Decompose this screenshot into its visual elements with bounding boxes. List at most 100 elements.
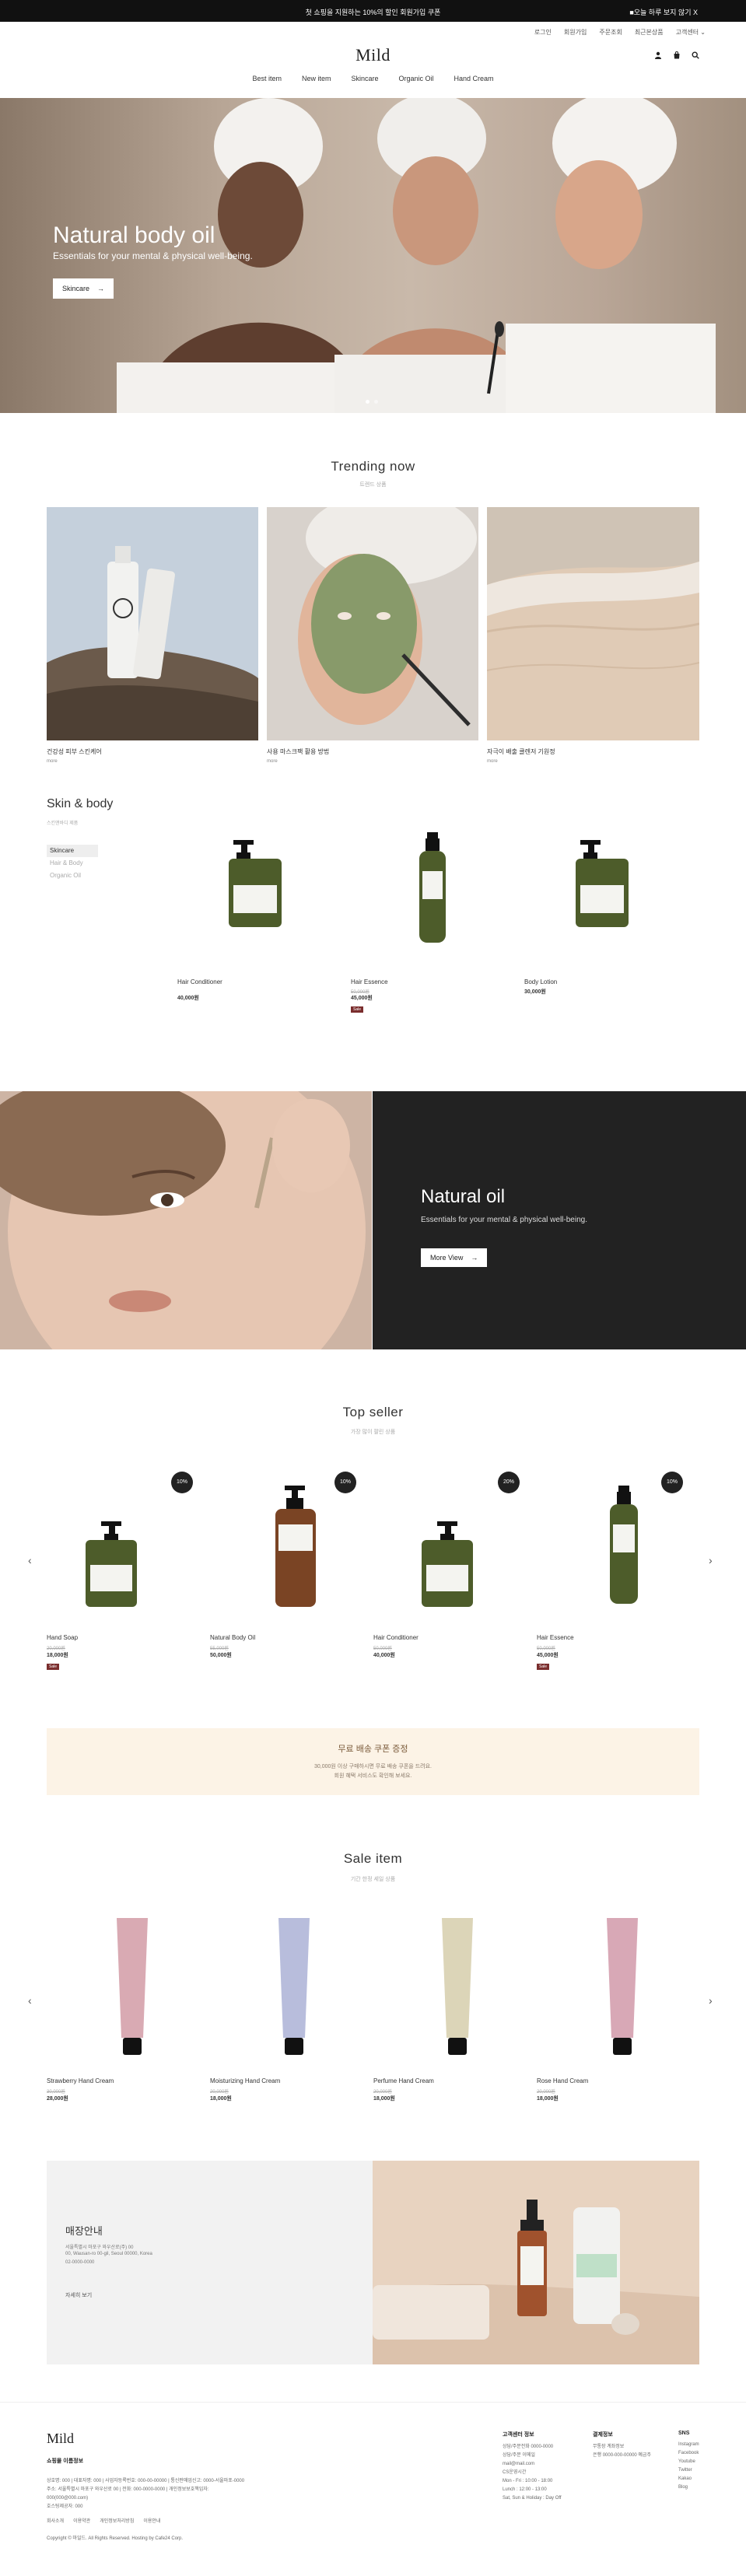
slider-dot[interactable]	[374, 400, 378, 404]
slider-dot[interactable]	[366, 400, 369, 404]
product-name[interactable]: Rose Hand Cream	[537, 2077, 588, 2084]
footer-info: 상호명: 000 | 대표자명: 000 | 사업자등록번호: 000-00-0…	[47, 2477, 249, 2511]
nav-item-best[interactable]: Best item	[252, 75, 282, 82]
product-name[interactable]: Strawberry Hand Cream	[47, 2077, 114, 2084]
product-image[interactable]: 10%	[47, 1462, 202, 1618]
product-image[interactable]: 10%	[537, 1462, 699, 1618]
category-tabs: Skincare Hair & Body Organic Oil	[47, 845, 98, 882]
product-name[interactable]: Hand Soap	[47, 1634, 78, 1641]
facebook-link[interactable]: Facebook	[678, 2449, 725, 2458]
trending-card-image[interactable]	[267, 507, 478, 740]
tab-label: Organic Oil	[50, 872, 82, 879]
product-price: 18,000원	[373, 2096, 395, 2102]
product-name[interactable]: Hair Conditioner	[177, 978, 222, 985]
discount-badge: 10%	[334, 1472, 356, 1493]
terms-link[interactable]: 이용약관	[73, 2518, 90, 2526]
next-arrow-icon[interactable]: ›	[709, 1994, 713, 2007]
top-seller-title: Top seller	[342, 1405, 404, 1419]
blog-link[interactable]: Blog	[678, 2483, 725, 2492]
product-name[interactable]: Hair Conditioner	[373, 1634, 419, 1641]
nav-item-organic-oil[interactable]: Organic Oil	[399, 75, 434, 82]
product-name[interactable]: Hair Essence	[351, 978, 388, 985]
twitter-link[interactable]: Twitter	[678, 2466, 725, 2475]
search-icon[interactable]	[692, 51, 699, 59]
cs-line: Sat, Sun & Holiday : Day Off	[503, 2496, 562, 2501]
copyright: Copyright © 마일드. All Rights Reserved. Ho…	[47, 2536, 184, 2541]
product-name[interactable]: Hair Essence	[537, 1634, 574, 1641]
product-old-price: 50,000원	[537, 1647, 555, 1651]
privacy-link[interactable]: 개인정보처리방침	[100, 2518, 134, 2526]
product-image[interactable]: 20%	[373, 1462, 529, 1618]
trending-caption[interactable]: 건강성 피부 스킨케어	[47, 747, 102, 756]
product-name[interactable]: Moisturizing Hand Cream	[210, 2077, 280, 2084]
product-old-price: 30,000원	[47, 2090, 65, 2095]
trending-more-link[interactable]: more	[267, 759, 278, 764]
trending-more-link[interactable]: more	[47, 759, 58, 764]
product-image[interactable]	[210, 1906, 366, 2061]
more-view-button[interactable]: More View →	[421, 1248, 488, 1267]
product-old-price: 20,000원	[373, 2090, 392, 2095]
tab-hair-body[interactable]: Hair & Body	[47, 857, 98, 870]
tab-skincare[interactable]: Skincare	[47, 845, 98, 857]
site-logo[interactable]: Mild	[0, 45, 746, 65]
sns-links: SNS Instagram Facebook Youtube Twitter K…	[678, 2431, 725, 2492]
cart-icon[interactable]	[673, 51, 681, 59]
customer-center-link[interactable]: 고객센터 ⌄	[676, 28, 706, 37]
cs-email[interactable]: mail@mail.com	[503, 2460, 580, 2469]
order-lookup-link[interactable]: 주문조회	[599, 28, 622, 37]
sale-badge-label: Sale	[47, 1664, 60, 1670]
trending-caption[interactable]: 자극이 배출 클렌저 기원정	[487, 747, 555, 756]
instagram-link[interactable]: Instagram	[678, 2441, 725, 2449]
discount-badge: 10%	[171, 1472, 193, 1493]
more-view-label: More View	[430, 1254, 464, 1262]
product-image[interactable]	[524, 824, 680, 972]
kakao-link[interactable]: Kakao	[678, 2475, 725, 2483]
hero-skincare-button[interactable]: Skincare →	[53, 278, 114, 299]
guide-link[interactable]: 이용안내	[143, 2518, 160, 2526]
user-icon[interactable]	[654, 51, 662, 59]
product-price: 18,000원	[537, 2096, 559, 2102]
trending-caption[interactable]: 사용 마스크팩 활용 방법	[267, 747, 329, 756]
trending-subtitle: 트렌드 상품	[359, 482, 387, 488]
product-name[interactable]: Perfume Hand Cream	[373, 2077, 434, 2084]
trending-card-image[interactable]	[47, 507, 258, 740]
next-arrow-icon[interactable]: ›	[709, 1554, 713, 1566]
store-detail-link[interactable]: 자세히 보기	[65, 2291, 92, 2299]
join-link[interactable]: 회원가입	[564, 28, 587, 37]
pump-bottle-image	[576, 840, 629, 927]
product-name[interactable]: Natural Body Oil	[210, 1634, 255, 1641]
recent-items-link[interactable]: 최근본상품	[635, 28, 664, 37]
trending-card-image[interactable]	[487, 507, 699, 740]
youtube-link[interactable]: Youtube	[678, 2458, 725, 2466]
sale-badge-label: Sale	[537, 1664, 550, 1670]
product-image[interactable]	[373, 1906, 529, 2061]
skin-body-subtitle: 스킨앤바디 제품	[47, 821, 79, 826]
discount-badge: 10%	[661, 1472, 683, 1493]
nav-item-new[interactable]: New item	[302, 75, 331, 82]
prev-arrow-icon[interactable]: ‹	[28, 1554, 32, 1566]
about-link[interactable]: 회사소개	[47, 2518, 64, 2526]
footer-logo[interactable]: Mild	[47, 2431, 74, 2447]
nav-item-hand-cream[interactable]: Hand Cream	[454, 75, 494, 82]
product-name[interactable]: Body Lotion	[524, 978, 557, 985]
nav-item-skincare[interactable]: Skincare	[351, 75, 378, 82]
prev-arrow-icon[interactable]: ‹	[28, 1994, 32, 2007]
hero-slider[interactable]: Natural body oil Essentials for your men…	[0, 98, 746, 413]
main-nav: Best item New item Skincare Organic Oil …	[0, 75, 746, 82]
coupon-banner[interactable]: 무료 배송 쿠폰 증정 30,000원 이상 구매하시면 무료 배송 쿠폰을 드…	[47, 1728, 699, 1795]
tab-organic-oil[interactable]: Organic Oil	[47, 870, 98, 882]
trending-more-link[interactable]: more	[487, 759, 498, 764]
product-image[interactable]	[47, 1906, 202, 2061]
bank-info: 결제정보 무통장 계좌정보 은행 0000-000-00000 예금주	[593, 2431, 671, 2460]
cs-line: Lunch : 12:00 - 13:00	[503, 2487, 547, 2492]
product-image[interactable]	[351, 824, 506, 972]
login-link[interactable]: 로그인	[534, 28, 552, 37]
close-announcement-link[interactable]: ■오늘 하루 보지 않기 X	[629, 7, 698, 17]
tab-label: Skincare	[50, 847, 75, 854]
store-address-en: 00, Wausan-ro 00-gil, Seoul 00000, Korea	[65, 2252, 152, 2256]
sale-badge-label: Sale	[351, 1006, 364, 1013]
store-image	[373, 2161, 699, 2364]
product-image[interactable]	[177, 824, 333, 972]
product-image[interactable]: 10%	[210, 1462, 366, 1618]
product-image[interactable]	[537, 1906, 699, 2061]
